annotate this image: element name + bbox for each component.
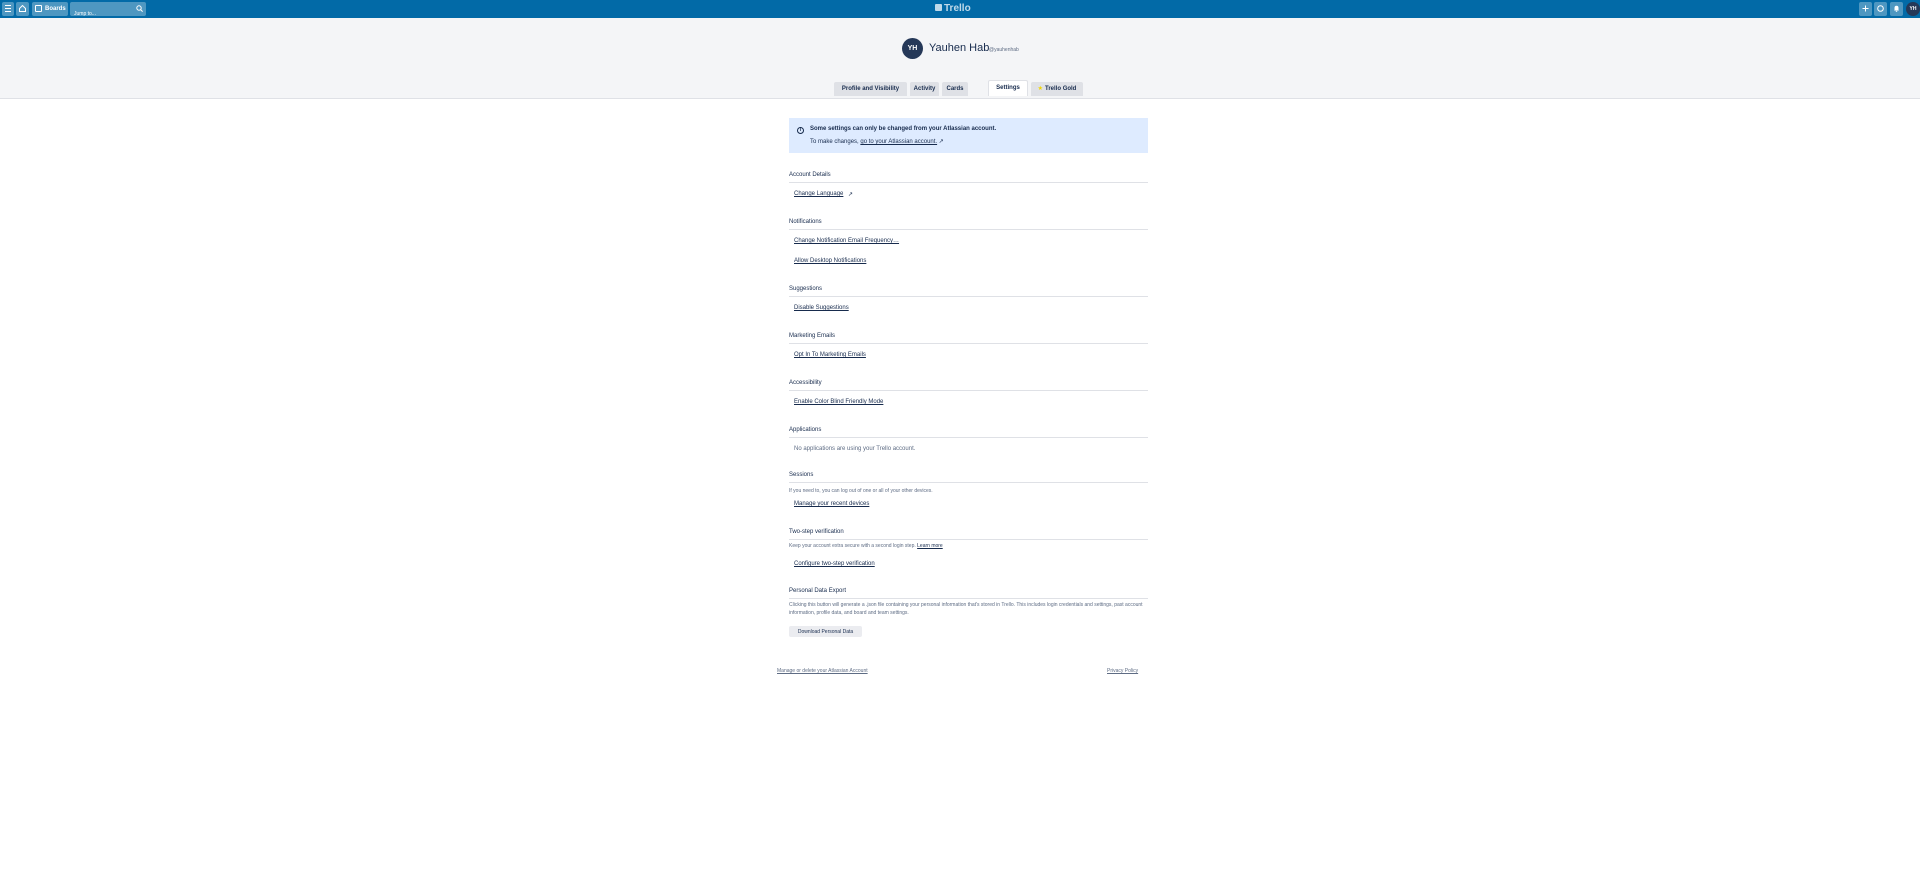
banner-body: To make changes, go to your Atlassian ac…	[810, 138, 944, 145]
banner-body-text: To make changes,	[810, 139, 859, 145]
tab-label: Profile and Visibility	[841, 86, 900, 92]
trello-logo-icon	[935, 3, 942, 11]
manage-atlassian-account-link[interactable]: Manage or delete your Atlassian Account	[777, 668, 868, 674]
export-description: Clicking this button will generate a .js…	[789, 602, 1143, 616]
app-switcher-button[interactable]	[2, 2, 14, 16]
info-icon: i	[797, 127, 804, 134]
disable-suggestions-link[interactable]: Disable Suggestions	[794, 305, 849, 311]
bell-icon	[1894, 5, 1899, 12]
configure-two-step-verification-link[interactable]: Configure two-step verification	[794, 561, 875, 567]
change-notification-email-frequency-link[interactable]: Change Notification Email Frequency…	[794, 238, 899, 244]
plus-icon	[1862, 5, 1869, 12]
info-icon	[1877, 5, 1884, 12]
atlassian-account-link[interactable]: go to your Atlassian account.	[860, 139, 937, 145]
profile-avatar[interactable]: YH	[902, 38, 923, 59]
section-title-accessibility: Accessibility	[789, 380, 1148, 391]
tab-profile-and-visibility[interactable]: Profile and Visibility	[834, 82, 907, 96]
star-icon: ★	[1037, 86, 1044, 92]
section-title-notifications: Notifications	[789, 219, 1148, 230]
privacy-policy-link[interactable]: Privacy Policy	[1107, 668, 1138, 674]
external-link-icon: ↗	[938, 139, 944, 145]
home-button[interactable]	[16, 2, 29, 16]
board-icon	[35, 4, 42, 12]
section-title-personal-data-export: Personal Data Export	[789, 588, 1148, 599]
jump-to-search[interactable]	[70, 2, 146, 21]
logo-text: Trello	[944, 3, 971, 14]
notifications-button[interactable]	[1890, 2, 1903, 16]
section-title-marketing-emails: Marketing Emails	[789, 333, 1148, 344]
allow-desktop-notifications-link[interactable]: Allow Desktop Notifications	[794, 258, 866, 264]
change-language-label: Change Language	[794, 191, 844, 197]
search-icon[interactable]	[136, 5, 143, 12]
tab-settings[interactable]: Settings	[988, 80, 1028, 96]
section-title-account-details: Account Details	[789, 172, 1148, 183]
opt-in-marketing-emails-link[interactable]: Opt In To Marketing Emails	[794, 352, 866, 358]
tab-label: Activity	[913, 86, 936, 92]
member-avatar[interactable]: YH	[1906, 2, 1920, 16]
home-icon	[19, 5, 26, 12]
profile-username: @yauhenhab	[989, 47, 1019, 53]
section-title-sessions: Sessions	[789, 472, 1148, 483]
create-button[interactable]	[1859, 2, 1872, 16]
tab-trello-gold[interactable]: ★ Trello Gold	[1031, 82, 1083, 96]
change-language-link[interactable]: Change Language	[794, 191, 843, 197]
boards-button[interactable]: Boards	[32, 2, 68, 16]
two-step-description-text: Keep your account extra secure with a se…	[789, 543, 916, 549]
profile-header: YH Yauhen Hab @yauhenhab Profile and Vis…	[0, 18, 1920, 99]
tab-label: Cards	[946, 86, 964, 92]
download-personal-data-button[interactable]: Download Personal Data	[789, 626, 862, 637]
top-header: Boards Trello YH	[0, 0, 1920, 21]
atlassian-account-banner: i Some settings can only be changed from…	[789, 118, 1148, 153]
no-applications-text: No applications are using your Trello ac…	[794, 446, 916, 452]
manage-recent-devices-link[interactable]: Manage your recent devices	[794, 501, 869, 507]
section-title-suggestions: Suggestions	[789, 286, 1148, 297]
section-title-two-step-verification: Two-step verification	[789, 529, 1148, 540]
enable-color-blind-mode-link[interactable]: Enable Color Blind Friendly Mode	[794, 399, 883, 405]
menu-icon	[5, 5, 11, 12]
info-button[interactable]	[1874, 2, 1887, 16]
sessions-description: If you need to, you can log out of one o…	[789, 488, 933, 494]
learn-more-link[interactable]: Learn more	[917, 543, 943, 549]
tab-label: Settings	[996, 85, 1020, 91]
tab-label: Trello Gold	[1045, 86, 1077, 92]
boards-label: Boards	[45, 6, 66, 12]
banner-title: Some settings can only be changed from y…	[810, 126, 997, 132]
tab-cards[interactable]: Cards	[942, 82, 968, 96]
external-link-icon: ↗	[848, 192, 854, 198]
tab-activity[interactable]: Activity	[910, 82, 939, 96]
section-title-applications: Applications	[789, 427, 1148, 438]
profile-full-name: Yauhen Hab	[929, 42, 990, 54]
trello-logo[interactable]: Trello	[935, 3, 971, 15]
two-step-description: Keep your account extra secure with a se…	[789, 542, 943, 550]
